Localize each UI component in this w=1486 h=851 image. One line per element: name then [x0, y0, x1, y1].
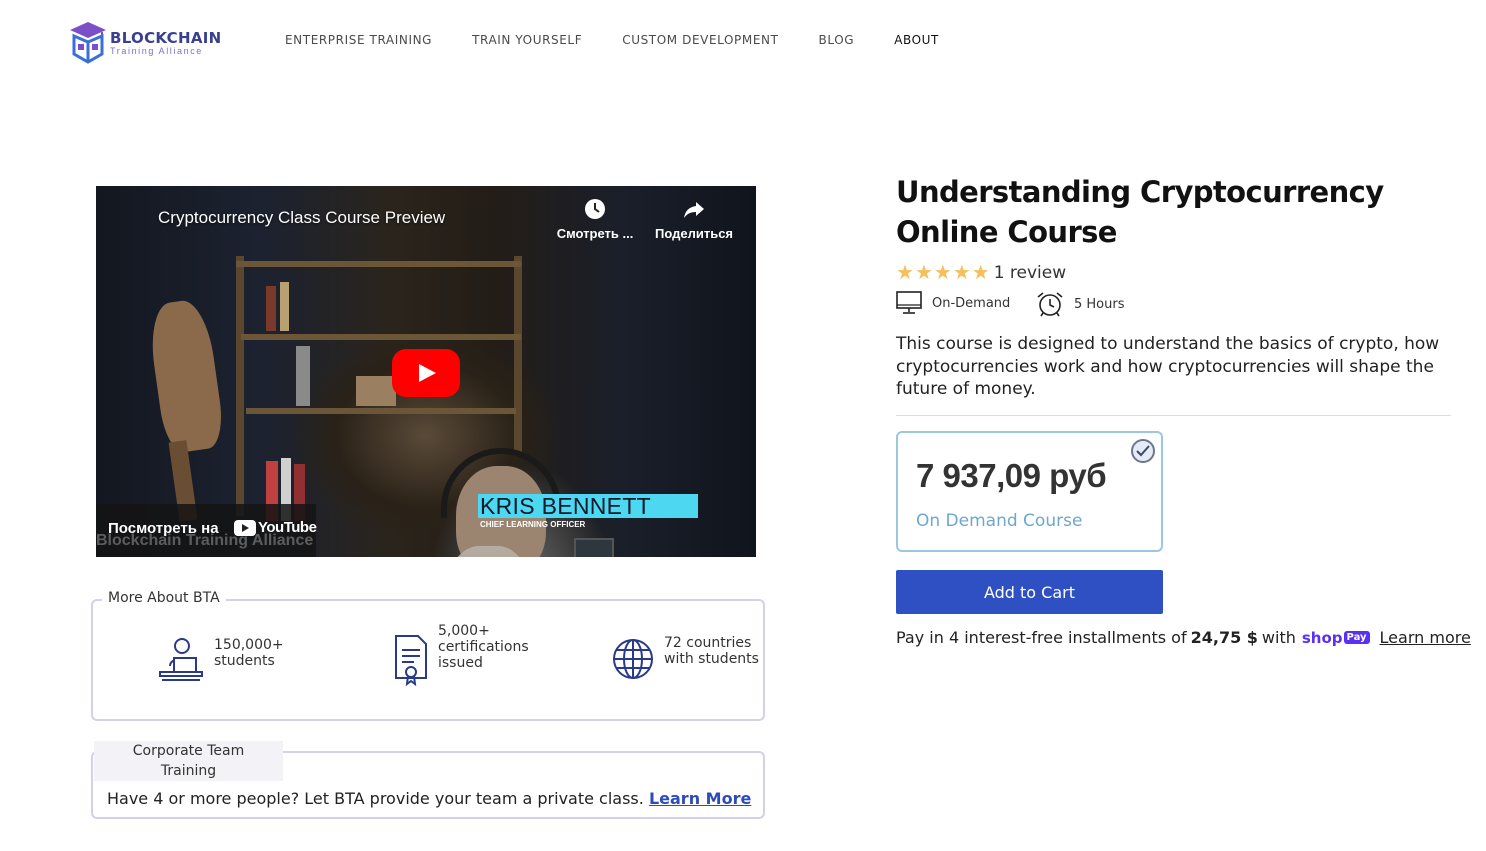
stat-certifications-label-2: issued [438, 655, 483, 671]
logo-cube-icon [70, 22, 106, 64]
installment-amount: 24,75 $ [1190, 628, 1258, 647]
video-scene-book [296, 346, 310, 406]
installments-with: with [1261, 628, 1296, 647]
logo-tagline: Training Alliance [110, 46, 203, 56]
course-description: This course is designed to understand th… [896, 334, 1440, 399]
watch-later-button[interactable]: Смотреть ... [550, 198, 640, 241]
logo-title: BLOCKCHAIN [110, 29, 222, 47]
divider [896, 415, 1451, 416]
stat-certifications: 5,000+ certifications issued [394, 623, 529, 686]
site-logo[interactable]: BLOCKCHAIN Training Alliance [68, 20, 238, 66]
video-scene-shelf [246, 408, 516, 414]
monitor-icon [896, 291, 922, 314]
course-duration: 5 Hours [1036, 291, 1125, 317]
course-duration-label: 5 Hours [1074, 296, 1125, 312]
lower-third-role: CHIEF LEARNING OFFICER [480, 520, 586, 529]
stat-students: 150,000+ students [158, 636, 284, 682]
shop-label: shop [1301, 628, 1343, 647]
play-button[interactable] [392, 349, 460, 397]
clock-icon [585, 199, 605, 219]
video-scene-shelf [236, 261, 521, 267]
stat-countries-label: with students [664, 651, 759, 667]
stat-certifications-value: 5,000+ [438, 623, 490, 639]
share-label: Поделиться [654, 226, 734, 241]
more-about-legend: More About BTA [102, 590, 226, 606]
review-count[interactable]: 1 review [994, 263, 1066, 283]
globe-icon [613, 639, 653, 679]
stat-students-value: 150,000+ [214, 637, 284, 653]
course-preview-video[interactable]: Cryptocurrency Class Course Preview Смот… [96, 186, 756, 557]
corporate-training-message: Have 4 or more people? Let BTA provide y… [107, 789, 644, 808]
watch-later-label: Смотреть ... [556, 226, 634, 241]
nav-enterprise-training[interactable]: ENTERPRISE TRAINING [285, 33, 432, 47]
video-scene-book [356, 376, 396, 406]
course-price: 7 937,09 руб [916, 457, 1107, 494]
shop-pay-learn-more-link[interactable]: Learn more [1380, 628, 1471, 647]
installments-text: Pay in 4 interest-free installments of [896, 628, 1187, 647]
course-format-label: On-Demand [932, 295, 1011, 311]
video-scene-paddle [145, 297, 227, 455]
stat-countries-value: 72 countries [664, 635, 752, 651]
stat-countries: 72 countries with students [612, 635, 759, 680]
check-icon [1131, 439, 1155, 463]
alarm-clock-icon [1037, 292, 1063, 317]
main-nav: ENTERPRISE TRAINING TRAIN YOURSELF CUSTO… [285, 33, 979, 47]
student-laptop-icon [159, 638, 203, 681]
course-title: Understanding Cryptocurrency Online Cour… [896, 172, 1416, 252]
pay-label: Pay [1343, 631, 1370, 644]
stat-certifications-label: certifications [438, 639, 529, 655]
corporate-learn-more-link[interactable]: Learn More [649, 789, 751, 808]
corporate-legend-line1: Corporate Team [132, 743, 245, 759]
video-scene-shelf-post [514, 256, 522, 456]
nav-blog[interactable]: BLOG [819, 33, 855, 47]
nav-custom-development[interactable]: CUSTOM DEVELOPMENT [622, 33, 778, 47]
price-option-label: On Demand Course [916, 511, 1083, 531]
corporate-training-text: Have 4 or more people? Let BTA provide y… [107, 789, 751, 808]
star-icon: ★ [933, 262, 952, 284]
lower-third-name: KRIS BENNETT [478, 494, 698, 518]
video-scene-book [266, 286, 276, 331]
share-button[interactable]: Поделиться [649, 198, 739, 241]
certificate-icon [395, 635, 427, 686]
video-scene-book [280, 282, 289, 331]
shop-pay-logo: shop Pay [1302, 629, 1370, 647]
nav-train-yourself[interactable]: TRAIN YOURSELF [472, 33, 582, 47]
course-format: On-Demand [896, 291, 1010, 315]
star-icon: ★ [952, 262, 971, 284]
course-title-line1: Understanding Cryptocurrency [896, 175, 1384, 209]
nav-about[interactable]: ABOUT [894, 33, 939, 47]
video-title[interactable]: Cryptocurrency Class Course Preview [158, 208, 445, 228]
share-arrow-icon [684, 202, 704, 218]
star-icon: ★ [914, 262, 933, 284]
stat-students-label: students [214, 653, 275, 669]
corporate-training-legend: Corporate Team Training [94, 741, 283, 781]
video-scene-shelf [241, 334, 521, 340]
price-option-card[interactable]: 7 937,09 руб On Demand Course [896, 431, 1163, 552]
video-scene-shelf-post [236, 256, 244, 516]
star-icon: ★ [896, 262, 914, 284]
course-rating[interactable]: ★ ★ ★ ★ ★ 1 review [896, 263, 1066, 283]
add-to-cart-button[interactable]: Add to Cart [896, 570, 1163, 614]
video-watermark: Blockchain Training Alliance [96, 532, 314, 549]
shop-pay-installments: Pay in 4 interest-free installments of 2… [896, 628, 1471, 647]
video-scene-picture-frame [574, 538, 614, 557]
corporate-legend-line2: Training [160, 763, 217, 779]
course-title-line2: Online Course [896, 215, 1117, 249]
star-icon: ★ [971, 262, 990, 284]
